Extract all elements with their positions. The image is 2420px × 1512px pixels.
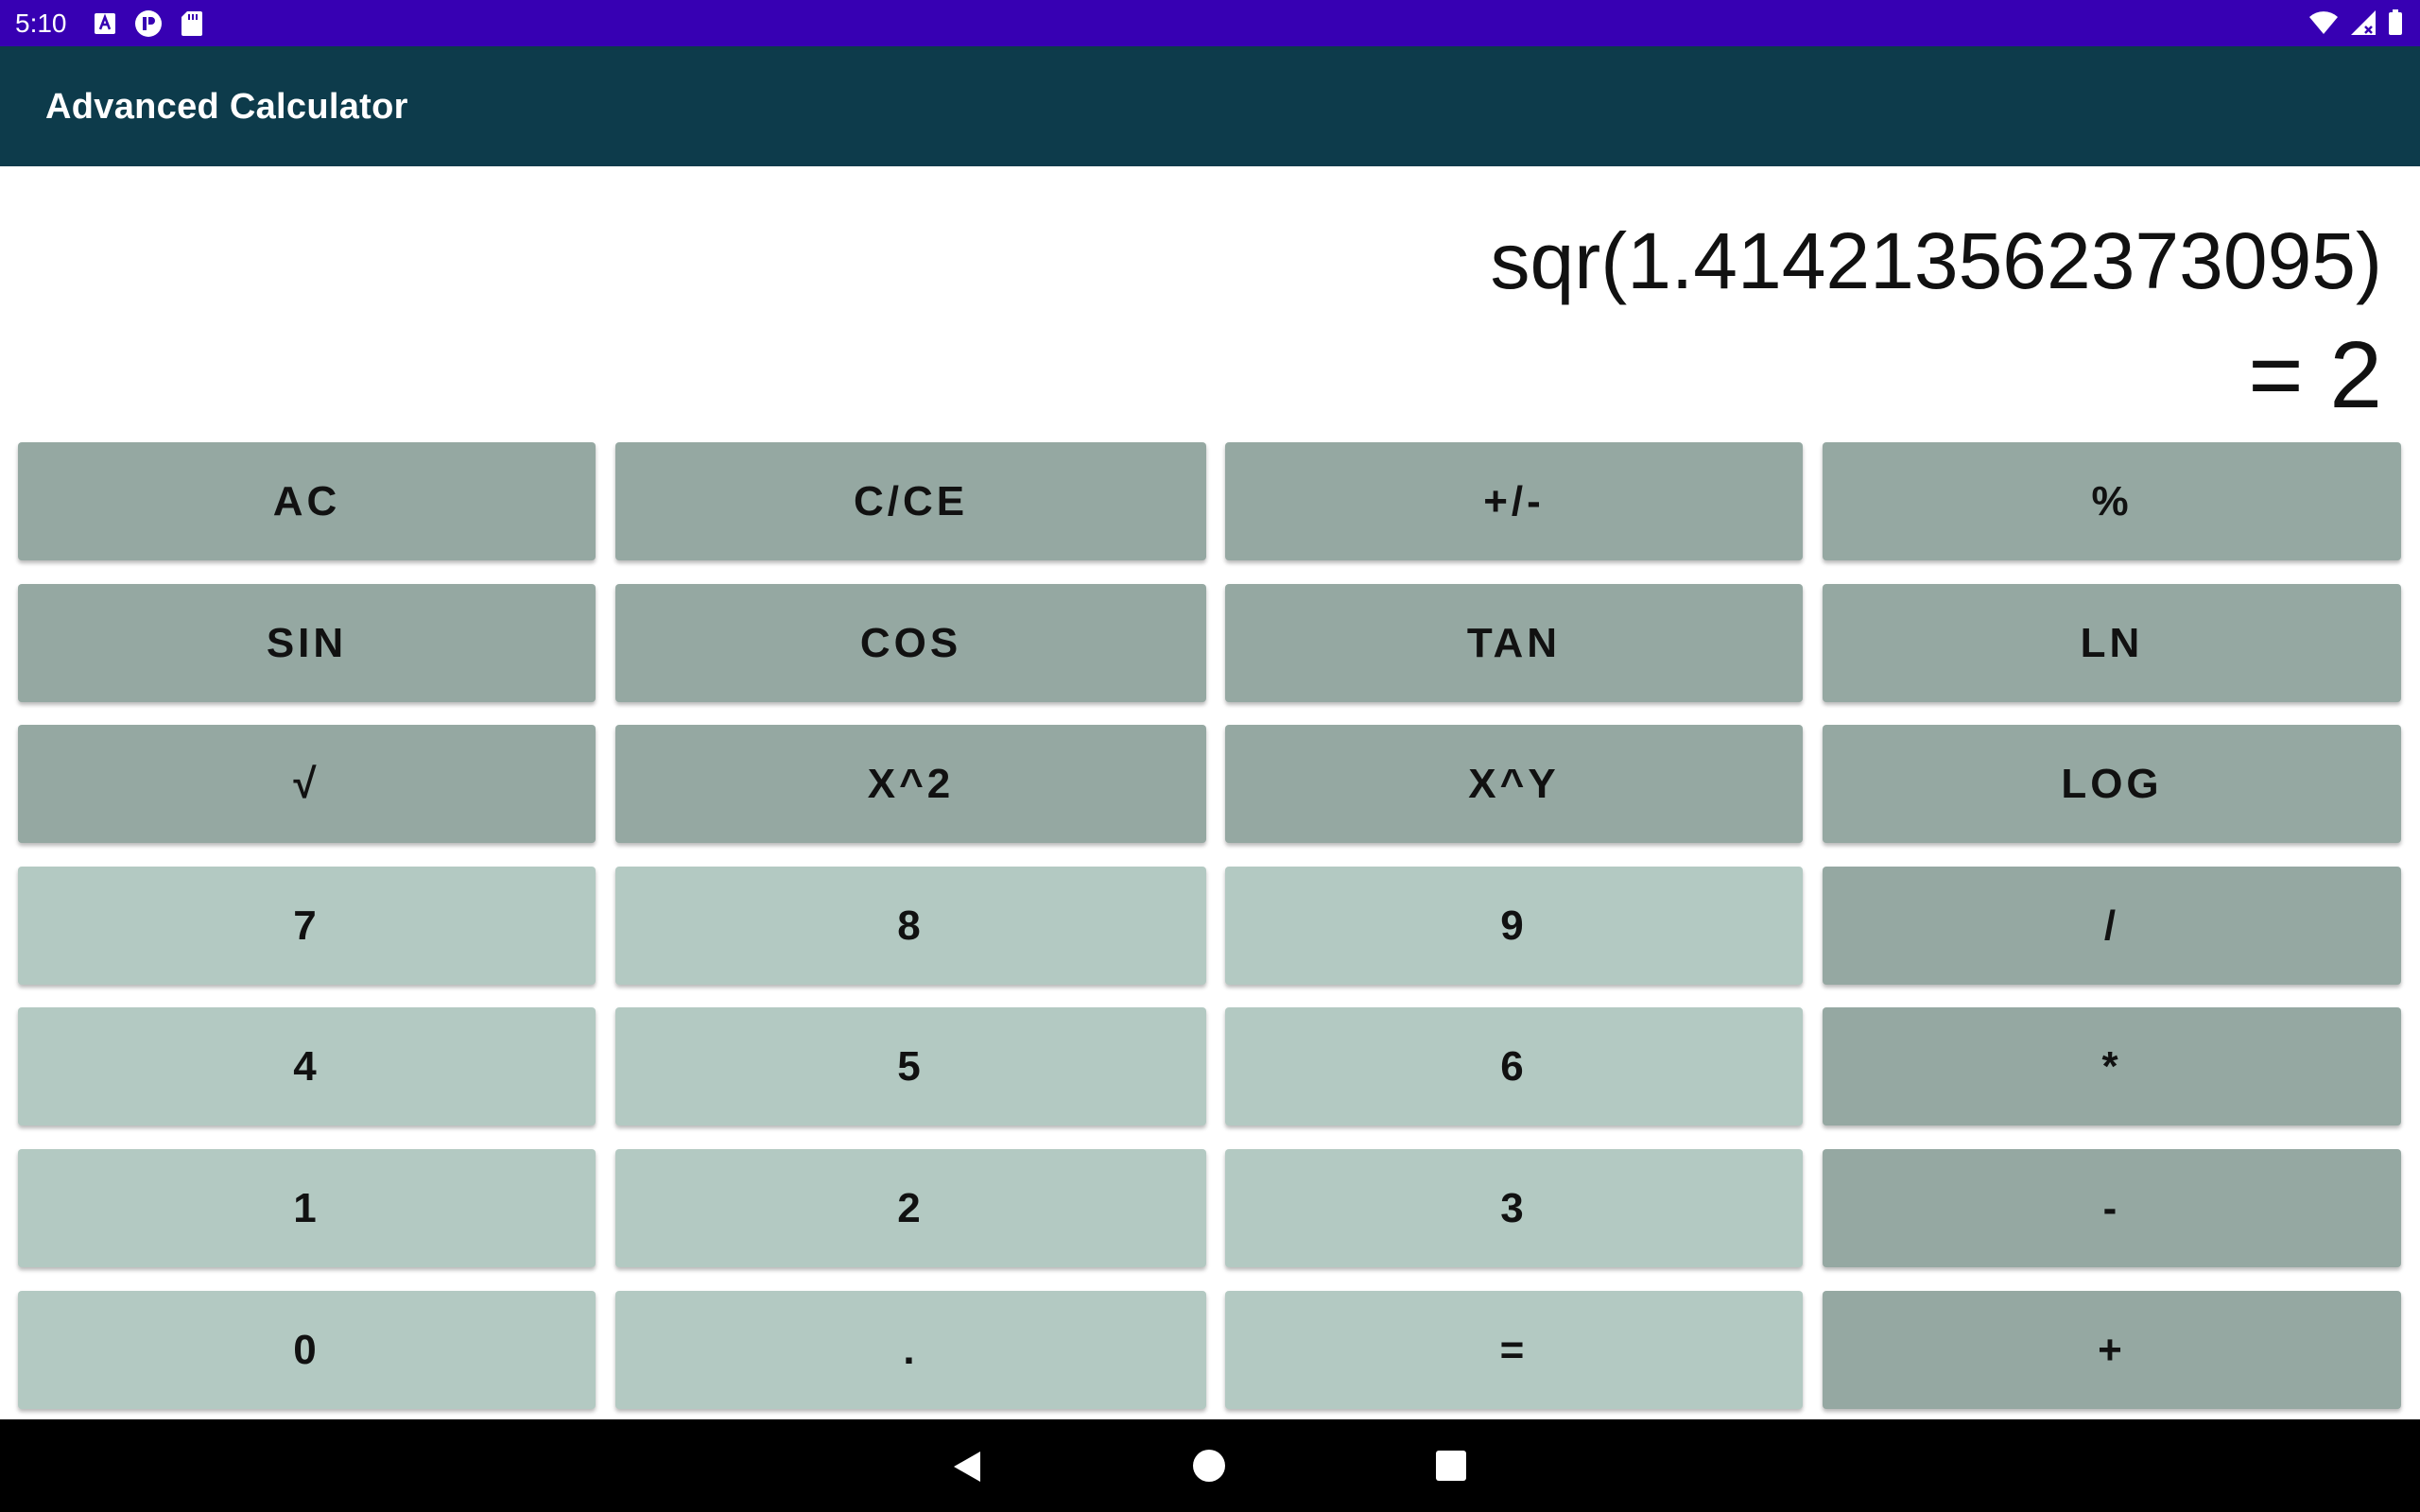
sd-card-icon xyxy=(178,9,206,38)
digit-4-button[interactable]: 4 xyxy=(18,1007,596,1125)
equals-button[interactable]: = xyxy=(1225,1291,1803,1409)
keypad: AC C/CE +/- % SIN COS TAN LN √ X^2 X^Y L… xyxy=(0,435,2420,1418)
sin-button[interactable]: SIN xyxy=(18,584,596,702)
recents-icon[interactable] xyxy=(1436,1451,1466,1481)
status-icons-left xyxy=(91,9,206,38)
digit-7-button[interactable]: 7 xyxy=(18,867,596,985)
digit-5-button[interactable]: 5 xyxy=(615,1007,1206,1125)
signal-icon xyxy=(2350,9,2377,41)
digit-1-button[interactable]: 1 xyxy=(18,1149,596,1267)
digit-0-button[interactable]: 0 xyxy=(18,1291,596,1409)
percent-button[interactable]: % xyxy=(1823,442,2401,560)
all-clear-button[interactable]: AC xyxy=(18,442,596,560)
navigation-bar xyxy=(0,1419,2420,1512)
digit-8-button[interactable]: 8 xyxy=(615,867,1206,985)
clear-entry-button[interactable]: C/CE xyxy=(615,442,1206,560)
power-button[interactable]: X^Y xyxy=(1225,725,1803,843)
result-display: = 2 xyxy=(2248,322,2382,428)
ln-button[interactable]: LN xyxy=(1823,584,2401,702)
digit-3-button[interactable]: 3 xyxy=(1225,1149,1803,1267)
calculator-display: sqr(1.414213562373095) = 2 xyxy=(0,166,2420,435)
subtract-button[interactable]: - xyxy=(1823,1149,2401,1267)
status-time: 5:10 xyxy=(15,9,67,38)
wifi-icon xyxy=(2308,10,2339,40)
add-button[interactable]: + xyxy=(1823,1291,2401,1409)
digit-9-button[interactable]: 9 xyxy=(1225,867,1803,985)
multiply-button[interactable]: * xyxy=(1823,1007,2401,1125)
app-title: Advanced Calculator xyxy=(45,87,408,127)
expression-display: sqr(1.414213562373095) xyxy=(1490,216,2382,305)
square-root-button[interactable]: √ xyxy=(18,725,596,843)
back-icon[interactable] xyxy=(950,1448,988,1486)
status-bar: 5:10 xyxy=(0,0,2420,46)
app-bar: Advanced Calculator xyxy=(0,46,2420,166)
divide-button[interactable]: / xyxy=(1823,867,2401,985)
status-icons-right xyxy=(2308,9,2403,41)
log-button[interactable]: LOG xyxy=(1823,725,2401,843)
tan-button[interactable]: TAN xyxy=(1225,584,1803,702)
digit-6-button[interactable]: 6 xyxy=(1225,1007,1803,1125)
sign-toggle-button[interactable]: +/- xyxy=(1225,442,1803,560)
a-icon xyxy=(91,9,119,38)
app-icon xyxy=(134,9,163,38)
digit-2-button[interactable]: 2 xyxy=(615,1149,1206,1267)
home-icon[interactable] xyxy=(1193,1450,1225,1482)
battery-icon xyxy=(2388,9,2403,41)
square-button[interactable]: X^2 xyxy=(615,725,1206,843)
cos-button[interactable]: COS xyxy=(615,584,1206,702)
decimal-point-button[interactable]: . xyxy=(615,1291,1206,1409)
